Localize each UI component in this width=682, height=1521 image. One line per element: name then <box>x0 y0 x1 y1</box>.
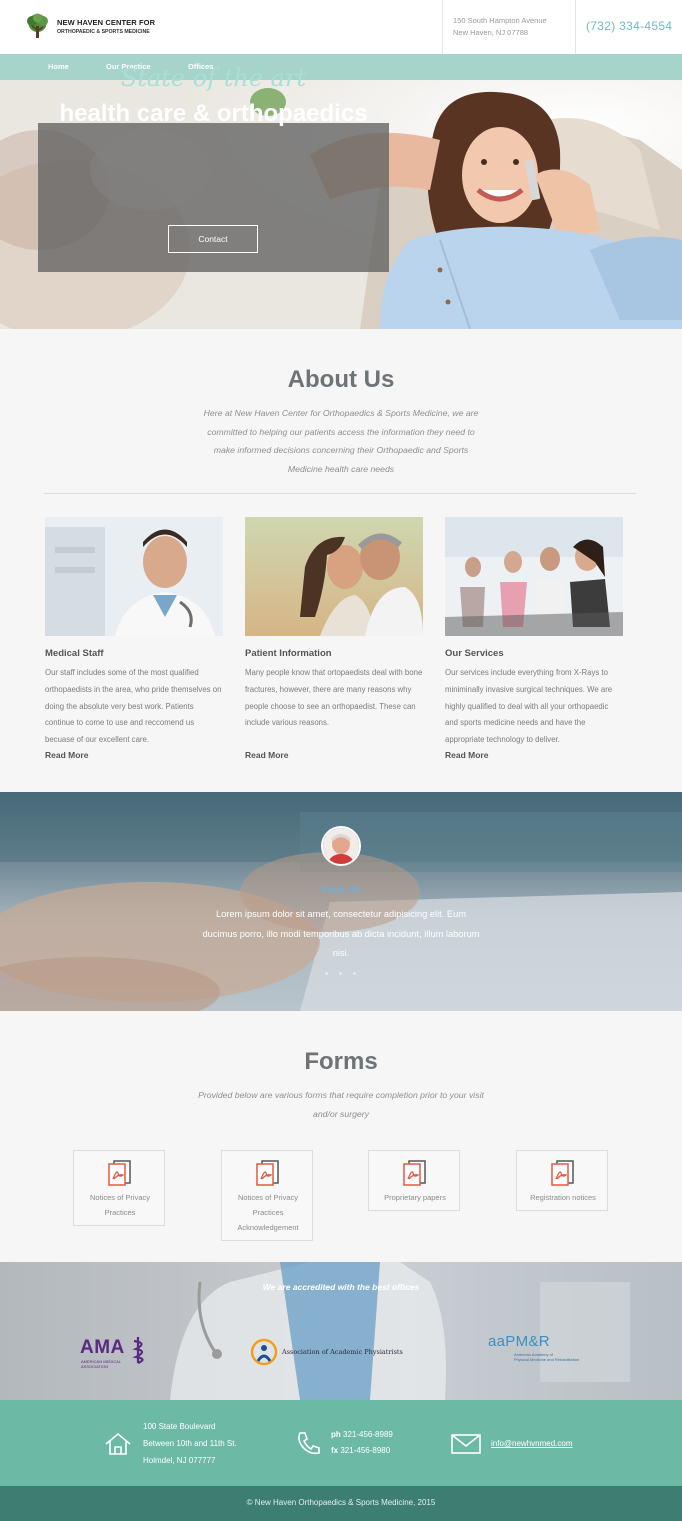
about-text: Here at New Haven Center for Orthopaedic… <box>203 408 479 474</box>
form-label: Notices of Privacy Practices Acknowledge… <box>237 1193 299 1232</box>
our-services-image <box>445 517 623 636</box>
copyright-text: © New Haven Orthopaedics & Sports Medici… <box>246 1498 436 1507</box>
footer-fax: fx 321-456-8980 <box>331 1442 390 1459</box>
header-address-line2: New Haven, NJ 07788 <box>453 28 529 37</box>
footer-phone[interactable]: ph 321-456-8989 <box>331 1426 393 1443</box>
accreditation-title: We are accredited with the best offices <box>262 1282 420 1292</box>
read-more-link[interactable]: Read More <box>445 750 488 760</box>
testimonial-name: Fred, 84 <box>321 885 361 896</box>
section-divider <box>44 493 636 494</box>
aapmr-logo-sub2: Physical Medicine and Rehabilitation <box>514 1357 580 1362</box>
form-notices-of-privacy-practices[interactable]: Notices of Privacy Practices <box>73 1150 165 1226</box>
testimonial-section <box>0 792 682 1011</box>
footer-email-link[interactable]: info@newhvnmed.com <box>491 1435 573 1452</box>
ama-logo[interactable]: AMA AMERICAN MEDICAL ASSOCIATION <box>80 1337 160 1373</box>
forms-title: Forms <box>304 1048 378 1075</box>
hero-title: health care & orthopaedics <box>59 100 368 127</box>
testimonial-avatar <box>321 826 361 866</box>
footer-address-line1: 100 State Boulevard <box>143 1422 216 1431</box>
phone-icon <box>298 1432 320 1455</box>
form-proprietary-papers[interactable]: Proprietary papers <box>368 1150 460 1211</box>
fax-label: fx <box>331 1446 339 1455</box>
phone-number: 321-456-8989 <box>343 1430 393 1439</box>
forms-text: Provided below are various forms that re… <box>198 1090 484 1119</box>
medical-staff-image <box>45 517 223 636</box>
tree-logo-icon[interactable] <box>24 13 51 40</box>
contact-button[interactable]: Contact <box>168 225 258 253</box>
read-more-link[interactable]: Read More <box>45 750 88 760</box>
pdf-icon <box>256 1160 279 1186</box>
card-text-our-services: Our services include everything from X-R… <box>445 668 613 745</box>
home-icon <box>105 1432 131 1455</box>
card-text-patient-information: Many people know that ortopaedists deal … <box>245 668 423 728</box>
header-phone[interactable]: (732) 334-4554 <box>586 19 672 33</box>
ama-logo-text: AMA <box>80 1337 125 1358</box>
footer-address-line3: Holmdel, NJ 077777 <box>143 1456 216 1465</box>
card-title-patient-information: Patient Information <box>245 648 332 659</box>
aap-logo-text: Association of Academic Physiatrists <box>282 1348 403 1356</box>
logo-title[interactable]: NEW HAVEN CENTER FOR <box>57 18 155 27</box>
site-header: NEW HAVEN CENTER FOR ORTHOPAEDIC & SPORT… <box>0 0 682 54</box>
form-label: Registration notices <box>530 1193 596 1202</box>
pdf-icon <box>108 1160 131 1186</box>
card-text-medical-staff: Our staff includes some of the most qual… <box>45 668 222 745</box>
ama-caduceus-icon <box>132 1337 144 1365</box>
testimonial-background <box>0 792 682 1011</box>
footer-address-line2: Between 10th and 11th St. <box>143 1439 237 1448</box>
envelope-icon <box>451 1434 481 1454</box>
header-divider <box>575 0 576 54</box>
read-more-link[interactable]: Read More <box>245 750 288 760</box>
card-title-our-services: Our Services <box>445 648 504 659</box>
header-divider <box>442 0 443 54</box>
about-title: About Us <box>287 366 395 393</box>
carousel-dot[interactable] <box>325 972 328 975</box>
pdf-icon <box>551 1160 574 1186</box>
aap-emblem-icon <box>250 1338 278 1366</box>
carousel-dot[interactable] <box>353 972 356 975</box>
form-label: Notices of Privacy Practices <box>89 1193 151 1217</box>
form-registration-notices[interactable]: Registration notices <box>516 1150 608 1211</box>
form-notices-of-privacy-acknowledgement[interactable]: Notices of Privacy Practices Acknowledge… <box>221 1150 313 1241</box>
testimonial-text: Lorem ipsum dolor sit amet, consectetur … <box>202 909 480 958</box>
form-label: Proprietary papers <box>384 1193 446 1202</box>
fax-number: 321-456-8980 <box>340 1446 391 1455</box>
aapmr-logo[interactable]: aaPM&R American Academy of Physical Medi… <box>488 1333 608 1367</box>
pdf-icon <box>403 1160 426 1186</box>
aapmr-logo-text: aaPM&R <box>488 1333 550 1350</box>
header-address-line1: 150 South Hampton Avenue <box>453 16 547 25</box>
aap-logo[interactable]: Association of Academic Physiatrists <box>249 1337 403 1367</box>
patient-information-image <box>245 517 423 636</box>
carousel-dot[interactable] <box>339 972 342 975</box>
phone-label: ph <box>331 1430 341 1439</box>
logo-subtitle[interactable]: ORTHOPAEDIC & SPORTS MEDICINE <box>57 29 150 35</box>
ama-logo-sub2: ASSOCIATION <box>81 1364 109 1369</box>
hero-script-heading: State of the art <box>120 64 307 92</box>
card-title-medical-staff: Medical Staff <box>45 648 104 659</box>
